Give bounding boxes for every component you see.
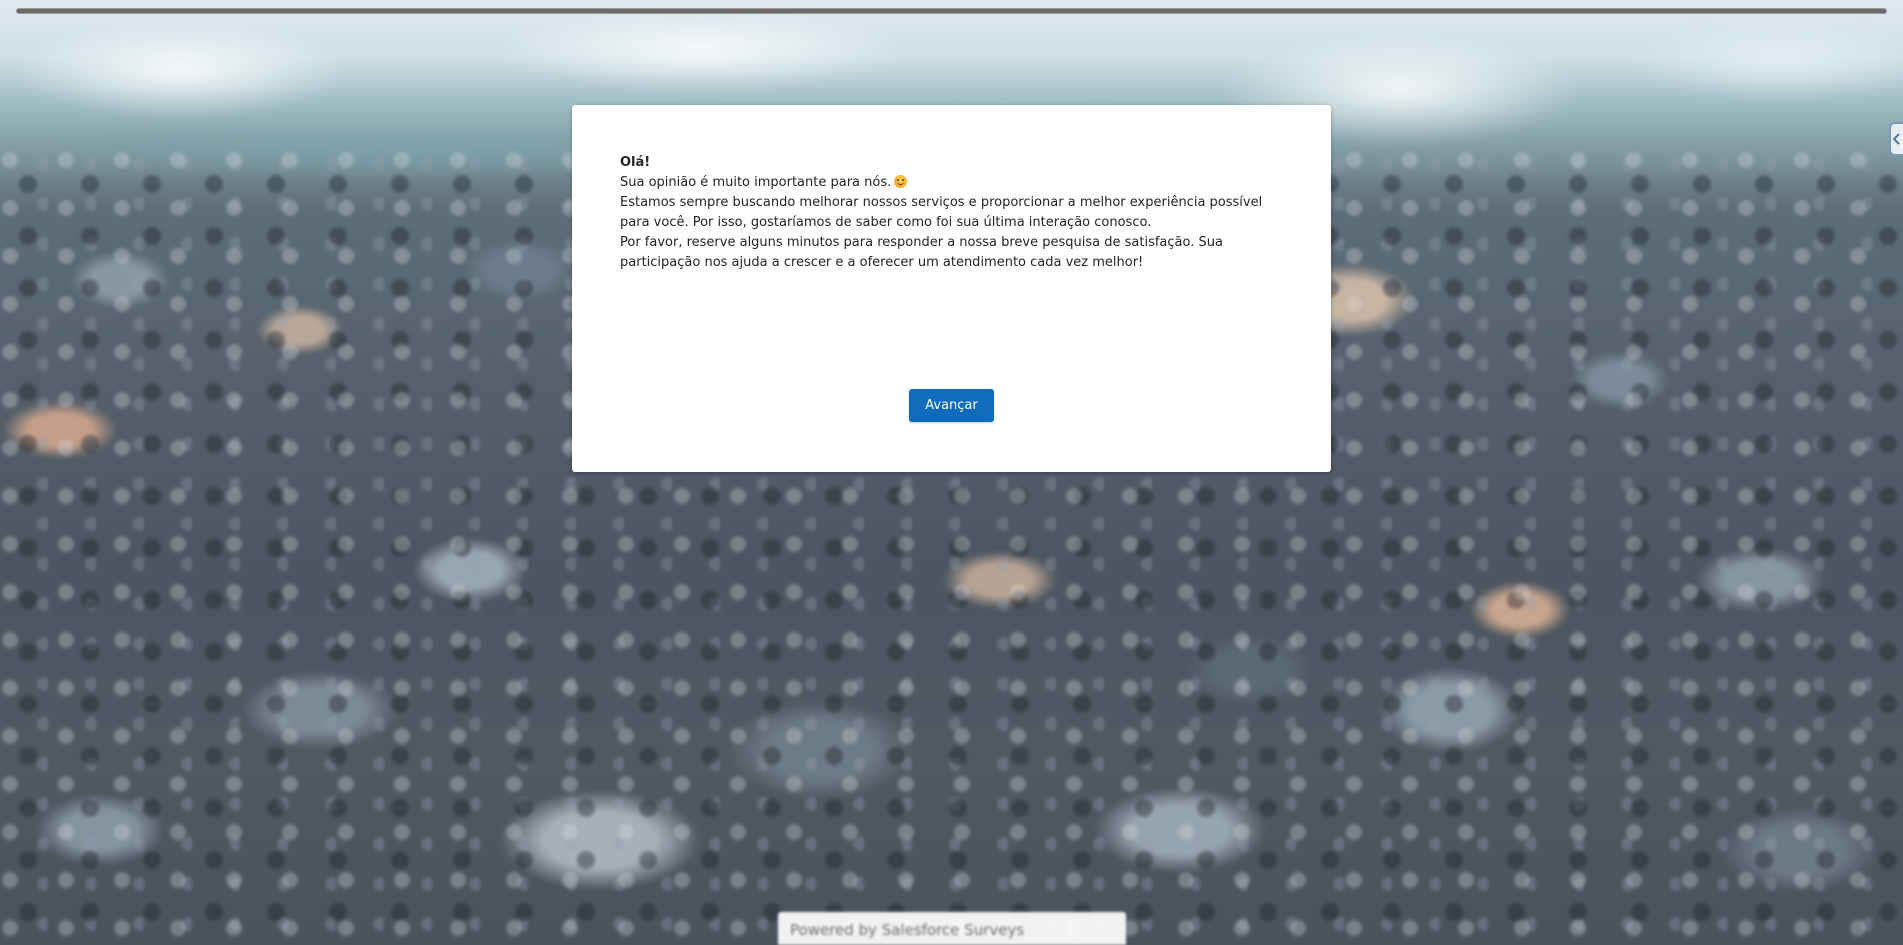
powered-by-badge: Powered by Salesforce Surveys: [778, 912, 1126, 945]
request-paragraph: Por favor, reserve alguns minutos para r…: [620, 235, 1223, 270]
intro-paragraph: Estamos sempre buscando melhorar nossos …: [620, 195, 1263, 230]
chevron-left-icon: [1893, 133, 1900, 145]
intro-line-text: Sua opinião é muito importante para nós.: [620, 175, 892, 190]
next-button[interactable]: Avançar: [909, 389, 994, 422]
survey-intro-text: Olá! Sua opinião é muito importante para…: [620, 153, 1290, 273]
smiling-face-icon: [894, 175, 908, 188]
side-panel-tab[interactable]: [1889, 122, 1903, 156]
progress-bar: [16, 8, 1887, 14]
progress-bar-fill: [17, 9, 1886, 13]
greeting-text: Olá!: [620, 155, 651, 170]
survey-dialog: Olá! Sua opinião é muito importante para…: [572, 105, 1331, 472]
intro-line: Sua opinião é muito importante para nós.: [620, 173, 1290, 193]
